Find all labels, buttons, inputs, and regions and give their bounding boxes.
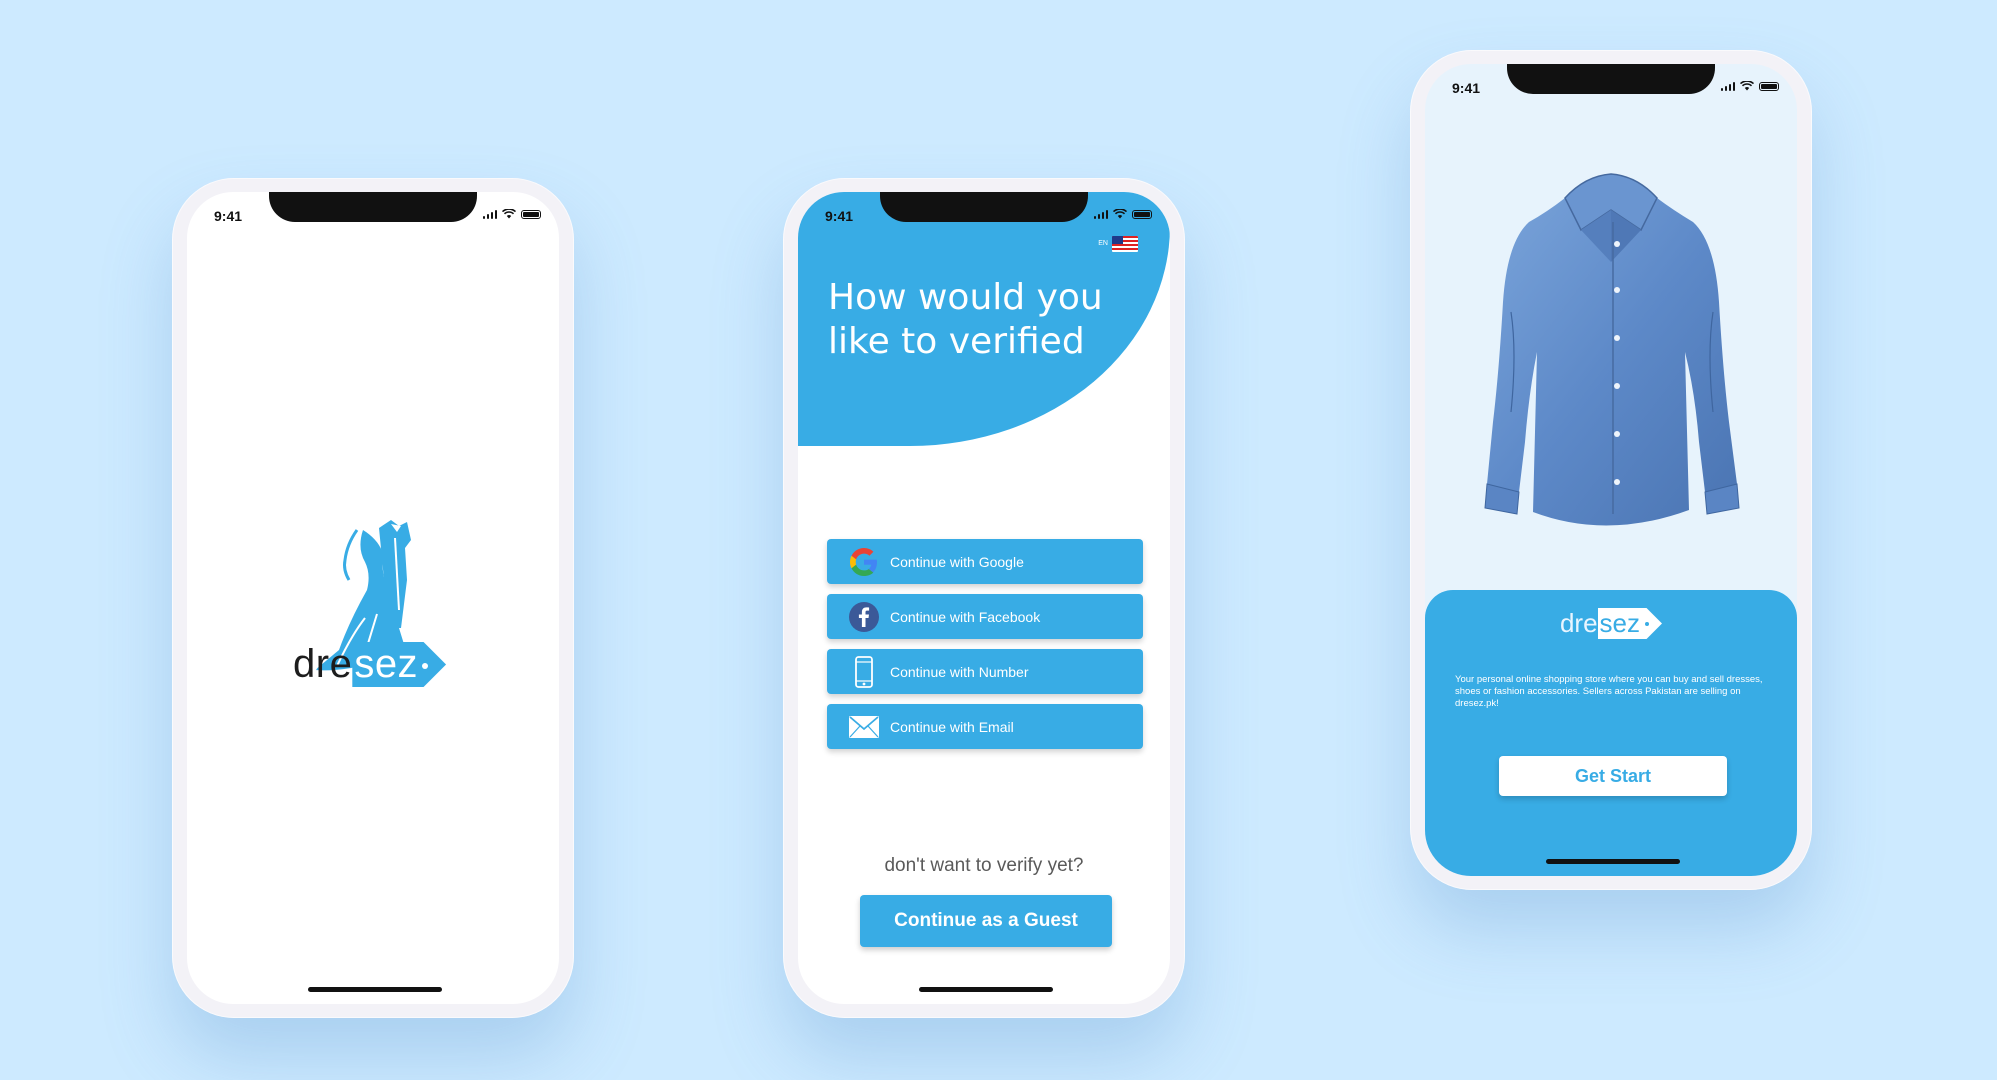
home-indicator[interactable]	[919, 987, 1053, 992]
status-icons	[482, 209, 541, 219]
status-icons	[1093, 209, 1152, 219]
language-code: EN	[1098, 240, 1108, 247]
brand-logo: dresez	[293, 642, 447, 687]
notch	[880, 192, 1088, 222]
status-time: 9:41	[214, 208, 243, 224]
wifi-icon	[502, 209, 516, 219]
battery-icon	[1759, 82, 1779, 91]
signal-icon	[482, 209, 497, 219]
facebook-signin-button[interactable]: Continue with Facebook	[827, 594, 1143, 639]
number-signin-label: Continue with Number	[890, 663, 1029, 680]
status-time: 9:41	[825, 208, 854, 224]
brand-tag: sez	[1597, 608, 1663, 639]
intro-description: Your personal online shopping store wher…	[1455, 674, 1763, 709]
brand-logo: dresez	[1425, 608, 1797, 639]
page-title: How would you like to verified	[828, 277, 1103, 362]
shirt-product-image	[1484, 173, 1740, 526]
brand-prefix: dre	[1559, 608, 1598, 638]
status-time: 9:41	[1452, 80, 1481, 96]
wifi-icon	[1740, 81, 1754, 91]
brand-prefix: dre	[293, 642, 353, 686]
facebook-icon	[847, 600, 881, 634]
us-flag-icon[interactable]	[1112, 236, 1138, 252]
facebook-signin-label: Continue with Facebook	[890, 608, 1041, 625]
status-icons	[1720, 81, 1779, 91]
guest-prompt: don't want to verify yet?	[884, 855, 1084, 876]
home-indicator[interactable]	[308, 987, 442, 992]
intro-card: dresez Your personal online shopping sto…	[1425, 590, 1797, 876]
signal-icon	[1720, 81, 1735, 91]
mail-icon	[847, 710, 881, 744]
intro-phone: 9:41 dresez Your personal online shoppin…	[1410, 50, 1812, 890]
verify-phone: 9:41 EN How would you like to verified C…	[783, 178, 1185, 1018]
google-signin-button[interactable]: Continue with Google	[827, 539, 1143, 584]
brand-tag: sez	[352, 642, 447, 687]
google-signin-label: Continue with Google	[890, 553, 1024, 570]
battery-icon	[521, 210, 541, 219]
wifi-icon	[1113, 209, 1127, 219]
continue-guest-button[interactable]: Continue as a Guest	[860, 895, 1112, 947]
intro-screen: 9:41 dresez Your personal online shoppin…	[1425, 64, 1797, 876]
get-start-button[interactable]: Get Start	[1499, 756, 1727, 796]
splash-screen: 9:41 dresez	[187, 192, 559, 1004]
email-signin-button[interactable]: Continue with Email	[827, 704, 1143, 749]
phone-icon	[847, 655, 881, 689]
email-signin-label: Continue with Email	[890, 718, 1014, 735]
home-indicator[interactable]	[1546, 859, 1680, 864]
google-icon	[847, 545, 881, 579]
verify-screen: 9:41 EN How would you like to verified C…	[798, 192, 1170, 1004]
battery-icon	[1132, 210, 1152, 219]
notch	[1507, 64, 1715, 94]
signal-icon	[1093, 209, 1108, 219]
notch	[269, 192, 477, 222]
splash-phone: 9:41 dresez	[172, 178, 574, 1018]
number-signin-button[interactable]: Continue with Number	[827, 649, 1143, 694]
